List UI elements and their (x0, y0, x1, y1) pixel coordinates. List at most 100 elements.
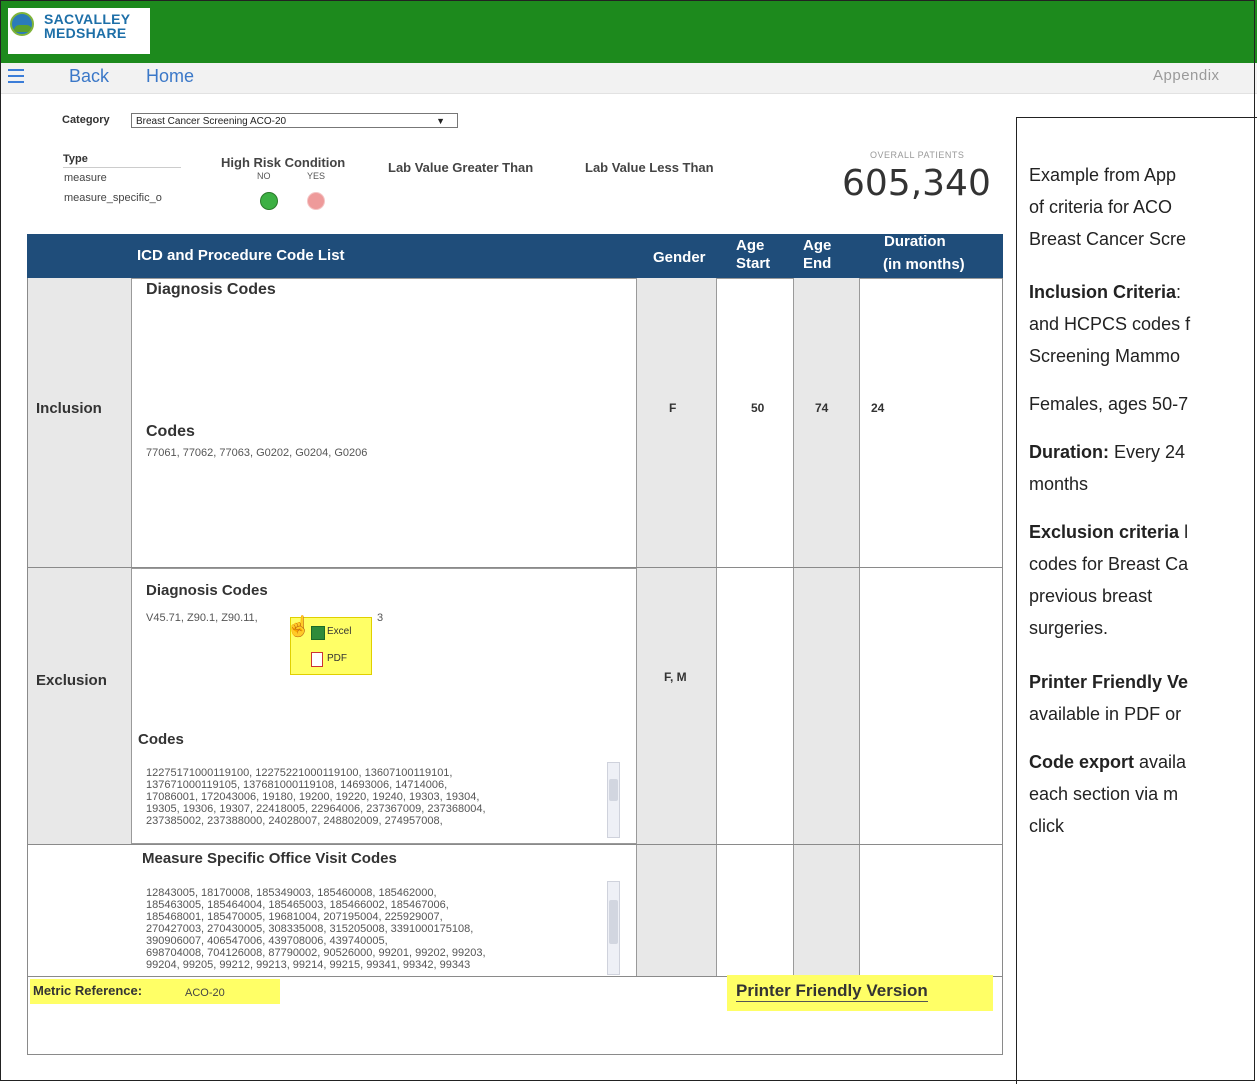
annotation-line: Printer Friendly Ve (1029, 668, 1188, 696)
exclusion-codes-scrollbar[interactable] (607, 762, 620, 838)
table-right-border (1002, 278, 1003, 1054)
annotation-line: Code export availa (1029, 748, 1186, 776)
col-header-age-start-2: Start (736, 255, 771, 272)
exclusion-codes-line: 19305, 19306, 19307, 22418005, 22964006,… (146, 803, 486, 815)
office-visit-codes-title: Measure Specific Office Visit Codes (142, 850, 397, 867)
age-end-column (794, 278, 859, 977)
exclusion-codes-title: Codes (138, 731, 184, 748)
scrollbar-thumb[interactable] (609, 900, 618, 944)
exclusion-label: Exclusion (36, 672, 107, 689)
col-header-age-end-2: End (803, 255, 832, 272)
inclusion-codes-title: Codes (146, 423, 195, 440)
top-bar (0, 0, 1257, 63)
overall-patients-label: OVERALL PATIENTS (870, 150, 965, 160)
category-label: Category (62, 114, 110, 126)
table-bottom-border (27, 1054, 1003, 1055)
office-codes-line: 270427003, 270430005, 308335008, 3152050… (146, 923, 474, 935)
annotation-line: of criteria for ACO (1029, 197, 1173, 217)
appendix-link[interactable]: Appendix (1153, 67, 1220, 84)
high-risk-label: High Risk Condition (221, 155, 346, 170)
export-excel-option[interactable]: Excel (327, 626, 351, 637)
annotation-line: available in PDF or (1029, 704, 1182, 724)
annotation-bold: Code export (1029, 752, 1135, 772)
exclusion-diagnosis-title: Diagnosis Codes (146, 582, 268, 599)
office-visit-codes-list[interactable]: 12843005, 18170008, 185349003, 185460008… (146, 887, 596, 973)
annotation-line: click (1029, 816, 1064, 836)
logo-icon (10, 12, 34, 36)
type-label: Type (63, 153, 88, 165)
no-label: NO (257, 171, 271, 181)
category-select-value: Breast Cancer Screening ACO-20 (136, 116, 287, 127)
annotation-bold: Duration: (1029, 442, 1109, 462)
exclusion-codes-line: 17086001, 172043006, 19180, 19200, 19220… (146, 791, 480, 803)
annotation-text: availa (1134, 752, 1187, 772)
office-codes-line: 185468001, 185470005, 19681004, 20719500… (146, 911, 443, 923)
annotation-text: : (1176, 282, 1182, 302)
annotation-line: previous breast (1029, 586, 1153, 606)
annotation-line: surgeries. (1029, 618, 1109, 638)
gender-column (637, 278, 716, 977)
office-codes-line: 99204, 99205, 99212, 99213, 99214, 99215… (146, 959, 471, 971)
annotation-line: codes for Breast Ca (1029, 554, 1189, 574)
inclusion-age-start: 50 (751, 401, 765, 415)
age-start-column (716, 278, 794, 977)
hand-cursor-icon: ☝ (286, 616, 311, 638)
office-codes-line: 390906007, 406547006, 439708006, 4397400… (146, 935, 388, 947)
category-select[interactable]: Breast Cancer Screening ACO-20 ▼ (131, 113, 458, 128)
annotation-bold: Printer Friendly Ve (1029, 672, 1189, 692)
office-codes-line: 185463005, 185464004, 185465003, 1854660… (146, 899, 449, 911)
exclusion-codes-line: 12275171000119100, 12275221000119100, 13… (146, 767, 453, 779)
col-header-age-start-1: Age (736, 237, 765, 254)
home-link[interactable]: Home (146, 66, 194, 87)
col-header-gender: Gender (653, 249, 706, 266)
duration-column (859, 278, 1003, 977)
type-divider (63, 167, 181, 168)
annotation-bold: Exclusion criteria (1029, 522, 1180, 542)
scrollbar-thumb[interactable] (609, 779, 618, 801)
exclusion-diagnosis-codes[interactable]: V45.71, Z90.1, Z90.11, (146, 612, 258, 624)
type-option-measure[interactable]: measure (64, 172, 107, 184)
high-risk-no-toggle[interactable] (260, 192, 278, 210)
annotation-line: Breast Cancer Scre (1029, 229, 1187, 249)
inclusion-label: Inclusion (36, 400, 102, 417)
annotation-line: and HCPCS codes f (1029, 314, 1191, 334)
row-label-column (27, 278, 131, 844)
lab-less-filter[interactable]: Lab Value Less Than (585, 160, 714, 175)
table-left-border (27, 278, 28, 1054)
annotation-bold: Inclusion Criteria (1029, 282, 1177, 302)
exclusion-codes-line: 237385002, 237388000, 24028007, 24880200… (146, 815, 443, 827)
office-codes-line: 698704008, 704126008, 87790002, 90526000… (146, 947, 486, 959)
inclusion-age-end: 74 (815, 401, 829, 415)
annotation-text: l (1179, 522, 1189, 542)
hamburger-menu-icon[interactable] (8, 69, 24, 83)
export-pdf-option[interactable]: PDF (327, 653, 347, 664)
inclusion-gender: F (669, 401, 677, 415)
annotation-line: months (1029, 474, 1089, 494)
annotation-text: Every 24 (1109, 442, 1186, 462)
inclusion-duration: 24 (871, 401, 885, 415)
office-codes-scrollbar[interactable] (607, 881, 620, 975)
lab-greater-filter[interactable]: Lab Value Greater Than (388, 160, 533, 175)
annotation-line: Exclusion criteria l (1029, 518, 1188, 546)
col-header-codes: ICD and Procedure Code List (137, 247, 345, 264)
metric-reference-label: Metric Reference: (33, 983, 143, 998)
type-option-measure-specific[interactable]: measure_specific_o (64, 192, 162, 204)
excel-icon (311, 626, 325, 640)
brand-line-2: MEDSHARE (44, 25, 127, 41)
high-risk-yes-toggle[interactable] (307, 192, 325, 210)
annotation-line: Example from App (1029, 165, 1177, 185)
overall-patients-value: 605,340 (842, 163, 991, 204)
exclusion-diagnosis-codes-tail: 3 (377, 612, 384, 624)
annotation-line: Duration: Every 24 (1029, 438, 1185, 466)
office-codes-line: 12843005, 18170008, 185349003, 185460008… (146, 887, 437, 899)
annotation-panel: Example from App of criteria for ACO Bre… (1016, 117, 1257, 1084)
col-header-duration-1: Duration (884, 233, 946, 250)
col-header-duration-2: (in months) (883, 256, 965, 273)
annotation-line: Females, ages 50-7 (1029, 394, 1189, 414)
inclusion-codes-list[interactable]: 77061, 77062, 77063, G0202, G0204, G0206 (146, 447, 367, 459)
printer-friendly-link[interactable]: Printer Friendly Version (736, 981, 928, 1002)
brand-line-1: SACVALLEY (44, 11, 131, 27)
back-link[interactable]: Back (69, 66, 109, 87)
exclusion-codes-list[interactable]: 12275171000119100, 12275221000119100, 13… (146, 767, 596, 841)
exclusion-codes-line: 137671000119105, 137681000119108, 146930… (146, 779, 448, 791)
